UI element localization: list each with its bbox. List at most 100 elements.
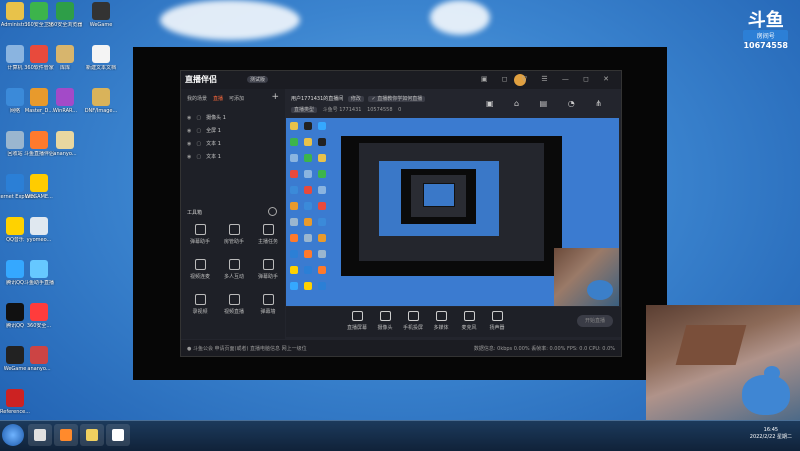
header-action-icons[interactable]: ▣ ⌂ ▤ ◔ ⋔ <box>486 99 611 108</box>
tool-icon <box>194 294 206 305</box>
desktop-app-icon <box>6 389 24 407</box>
desktop-icon[interactable]: DNF/Image... <box>78 88 124 114</box>
room-label: 房间号 <box>743 30 788 41</box>
clock-date: 2022/2/22 星期二 <box>749 434 792 440</box>
preview-webcam <box>554 248 619 306</box>
desktop-icon[interactable]: WEGAME... <box>16 174 62 200</box>
desktop-icon[interactable]: yyomeo... <box>16 217 62 243</box>
nested-capture-1 <box>341 136 562 276</box>
brand-title: 直播伴侣 <box>185 75 217 84</box>
desktop-icon[interactable]: ananyo... <box>42 131 88 157</box>
source-button[interactable]: 多媒体 <box>428 311 454 331</box>
tools-toggle-icon[interactable] <box>268 207 277 216</box>
taskbar-app[interactable] <box>106 424 130 446</box>
desktop-icon[interactable]: 360安全... <box>16 303 62 329</box>
source-button[interactable]: 扬声器 <box>484 311 510 331</box>
desktop-icon[interactable]: 新建文本文档 <box>78 45 124 71</box>
scene-item[interactable]: ◉ ▢ 摄像头 1 <box>181 111 285 124</box>
desktop-icon-label: WeGame <box>89 22 113 28</box>
taskbar-app[interactable] <box>28 424 52 446</box>
window-controls[interactable]: ▣ ◻ ▽ ☰ — ◻ ✕ <box>481 75 615 83</box>
lock-icon[interactable]: ▢ <box>196 141 201 147</box>
tool-icon <box>228 224 240 235</box>
category-button[interactable]: 直播类型 <box>291 107 318 113</box>
tool-label: 多人互动 <box>223 274 244 280</box>
tool-button[interactable]: 弹幕助手 <box>185 224 215 245</box>
announcement-chip[interactable]: ✓ 直播教你学如何直播 <box>368 96 426 102</box>
tool-button[interactable]: 视频直播 <box>219 294 249 315</box>
scene-item[interactable]: ◉ ▢ 全屏 1 <box>181 124 285 137</box>
tool-button[interactable]: 弹幕墙 <box>253 294 283 315</box>
sidebar: 我的场景 直播 可添加 + ◉ ▢ 摄像头 1 ◉ ▢ 全屏 1 ◉ ▢ 文本 1 ◉ ▢ 文本 1 工具… <box>181 89 285 339</box>
desktop-icon-label: 斗鱼助手直播 <box>23 280 54 286</box>
source-label: 摄像头 <box>377 325 393 331</box>
status-left: ● 斗鱼公会 申请页面(或者) 直播电脑信息 网上一级位 <box>187 346 307 352</box>
start-button[interactable] <box>2 424 24 446</box>
lock-icon[interactable]: ▢ <box>196 115 201 121</box>
titlebar[interactable]: 直播伴侣 测试版 ▣ ◻ ▽ ☰ — ◻ ✕ <box>181 71 621 89</box>
stitch-toy-ear <box>764 366 780 380</box>
mini-desktop-icon <box>290 122 298 130</box>
desktop-app-icon <box>56 88 74 106</box>
source-button[interactable]: 麦克风 <box>456 311 482 331</box>
mini-desktop-icon <box>318 250 326 258</box>
start-live-button[interactable]: 开始直播 <box>577 315 613 327</box>
webcam-overlay <box>646 305 800 420</box>
mini-desktop-icon <box>290 202 298 210</box>
edit-title-button[interactable]: 修改 <box>347 96 364 102</box>
tool-button[interactable]: 多人互动 <box>219 259 249 280</box>
tool-label: 弹幕助手 <box>257 274 278 280</box>
tool-button[interactable]: 视频连麦 <box>185 259 215 280</box>
mini-desktop-icon <box>304 202 312 210</box>
tool-button[interactable]: 房管助手 <box>219 224 249 245</box>
scene-label: 全屏 1 <box>206 128 221 134</box>
system-clock[interactable]: 16:45 2022/2/22 星期二 <box>750 427 792 440</box>
add-scene-button[interactable]: + <box>271 92 279 102</box>
desktop-app-icon <box>92 45 110 63</box>
mini-desktop-icon <box>290 282 298 290</box>
tool-button[interactable]: 主播任务 <box>253 224 283 245</box>
tool-button[interactable]: 录视频 <box>185 294 215 315</box>
desktop-app-icon <box>92 2 110 20</box>
lock-icon[interactable]: ▢ <box>196 154 201 160</box>
scene-item[interactable]: ◉ ▢ 文本 1 <box>181 137 285 150</box>
room-account: 斗鱼号 1771431 <box>322 107 362 113</box>
eye-icon[interactable]: ◉ <box>187 141 191 147</box>
scene-item[interactable]: ◉ ▢ 文本 1 <box>181 150 285 163</box>
sidebar-tab[interactable]: 直播 <box>213 95 223 107</box>
tool-button[interactable]: 弹幕助手 <box>253 259 283 280</box>
eye-icon[interactable]: ◉ <box>187 128 191 134</box>
source-button[interactable]: 手机投屏 <box>400 311 426 331</box>
tool-icon <box>228 259 240 270</box>
lock-icon[interactable]: ▢ <box>196 128 201 134</box>
sidebar-tab[interactable]: 我的场景 <box>187 95 207 107</box>
desktop-icon-label: DNF/Image... <box>84 108 118 114</box>
desktop-icon[interactable]: Reference... <box>0 389 38 415</box>
room-title: 用户1771431的直播间 <box>291 96 344 102</box>
desktop-icon[interactable]: ananyo... <box>16 346 62 372</box>
source-button[interactable]: 摄像头 <box>372 311 398 331</box>
desktop-app-icon <box>30 346 48 364</box>
source-toolbar: 直播屏幕 摄像头 手机投屏 多媒体 麦克风 扬声器 开始直播 <box>286 307 621 337</box>
stitch-toy <box>587 280 613 300</box>
desktop-app-icon <box>30 174 48 192</box>
mini-desktop-icon <box>304 218 312 226</box>
live-preview[interactable] <box>286 118 619 306</box>
sidebar-tab[interactable]: 可添加 <box>229 95 244 107</box>
mini-desktop-icon <box>290 250 298 258</box>
desktop-icon[interactable]: 斗鱼助手直播 <box>16 260 62 286</box>
mini-desktop-icon <box>318 186 326 194</box>
tool-label: 视频连麦 <box>189 274 210 280</box>
mini-desktop-icon <box>304 266 312 274</box>
tool-label: 弹幕墙 <box>260 309 276 315</box>
nested-app-2 <box>411 175 466 217</box>
tool-icon <box>262 294 274 305</box>
taskbar-app[interactable] <box>80 424 104 446</box>
eye-icon[interactable]: ◉ <box>187 154 191 160</box>
source-button[interactable]: 直播屏幕 <box>344 311 370 331</box>
eye-icon[interactable]: ◉ <box>187 115 191 121</box>
mini-desktop-icon <box>304 282 312 290</box>
taskbar-app[interactable] <box>54 424 78 446</box>
desktop-icon[interactable]: WeGame <box>78 2 124 28</box>
mini-desktop-icon <box>304 250 312 258</box>
